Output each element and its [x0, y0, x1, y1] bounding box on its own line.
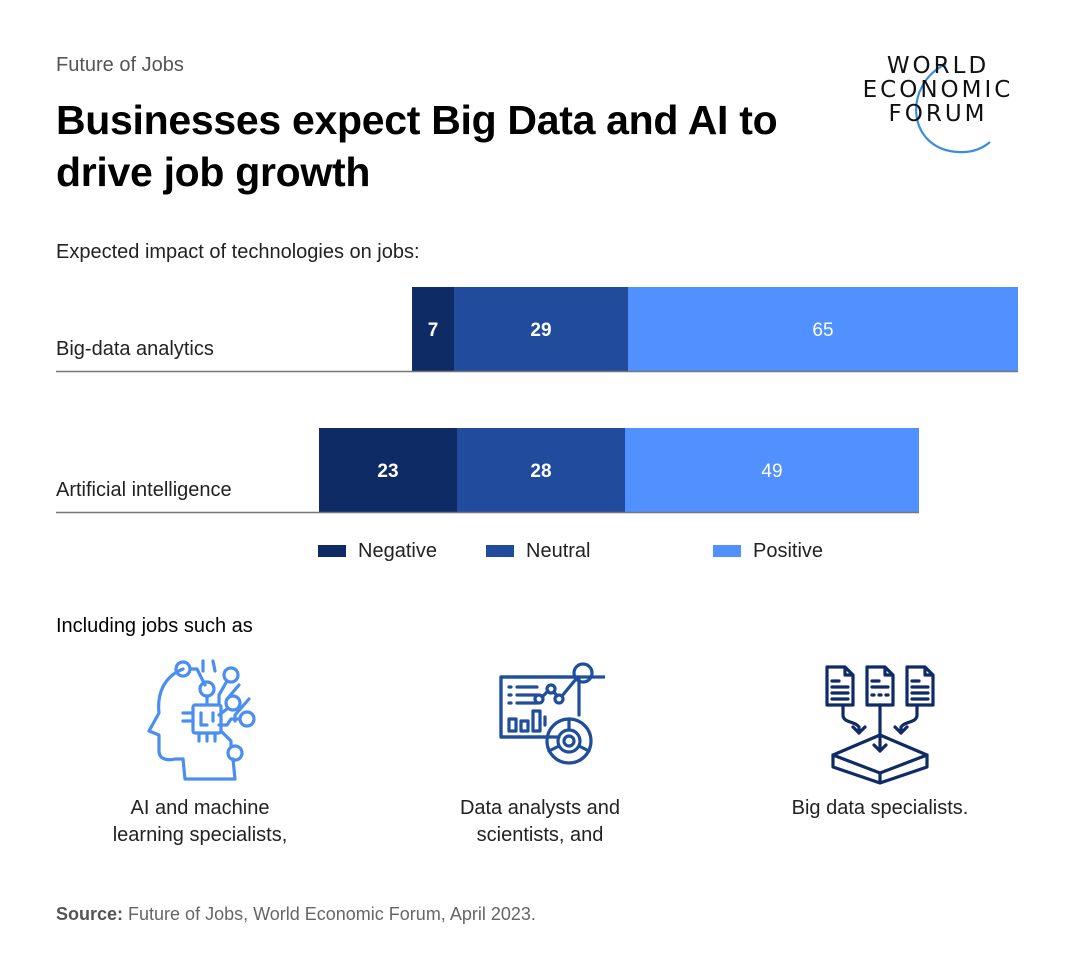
source-note: Source: Future of Jobs, World Economic F…	[56, 904, 536, 925]
category-label-ai: Artificial intelligence	[56, 479, 232, 501]
kicker: Future of Jobs	[56, 54, 184, 76]
job-label-ai-1: AI and machine	[130, 797, 270, 819]
data-dashboard-icon	[499, 662, 605, 765]
legend-item-negative: Negative	[318, 538, 437, 564]
job-item-big-data: Big data specialists.	[750, 655, 1010, 822]
legend-item-neutral: Neutral	[486, 538, 590, 564]
page-title: Businesses expect Big Data and AI to dri…	[56, 97, 778, 195]
source-prefix: Source:	[56, 904, 124, 924]
bar-artificial-intelligence-positive	[625, 428, 919, 512]
data-label-artificial-intelligence-negative: 23	[377, 461, 398, 482]
data-label-big-data-analytics-positive: 65	[812, 320, 833, 341]
data-label-artificial-intelligence-positive: 49	[761, 461, 782, 482]
job-item-ai: AI and machine learning specialists,	[70, 655, 330, 849]
wef-logo: WORLD ECONOMIC FORUM	[848, 54, 1038, 164]
data-label-big-data-analytics-neutral: 29	[530, 320, 551, 341]
ai-head-chip-icon	[147, 659, 256, 781]
chart-title: Expected impact of technologies on jobs:	[56, 241, 420, 263]
data-label-big-data-analytics-negative: 7	[428, 320, 439, 341]
bar-big-data-analytics-negative	[412, 287, 454, 371]
data-label-artificial-intelligence-neutral: 28	[530, 461, 551, 482]
category-label-big-data: Big-data analytics	[56, 338, 214, 360]
job-label-data-2: scientists, and	[476, 824, 604, 846]
documents-to-database-icon	[825, 665, 935, 785]
logo-line-1: WORLD	[886, 53, 990, 79]
bar-big-data-analytics-positive	[628, 287, 1018, 371]
source-text: Future of Jobs, World Economic Forum, Ap…	[123, 904, 536, 924]
logo-line-3: FORUM	[888, 101, 988, 127]
legend-swatch-positive	[713, 545, 741, 557]
job-label-ai-2: learning specialists,	[112, 824, 288, 846]
jobs-heading: Including jobs such as	[56, 615, 253, 637]
bar-artificial-intelligence-neutral	[457, 428, 625, 512]
job-label-bigdata-1: Big data specialists.	[791, 797, 969, 819]
logo-line-2: ECONOMIC	[862, 77, 1014, 103]
legend-label-negative: Negative	[358, 539, 437, 562]
legend-label-positive: Positive	[753, 539, 824, 562]
bar-artificial-intelligence-negative	[319, 428, 457, 512]
legend-label-neutral: Neutral	[526, 539, 591, 562]
legend-swatch-negative	[318, 545, 346, 557]
job-label-data-1: Data analysts and	[459, 797, 621, 819]
legend-item-positive: Positive	[713, 538, 823, 564]
bar-big-data-analytics-neutral	[454, 287, 628, 371]
legend-swatch-neutral	[486, 545, 514, 557]
job-item-data-analysts: Data analysts and scientists, and	[410, 655, 670, 849]
